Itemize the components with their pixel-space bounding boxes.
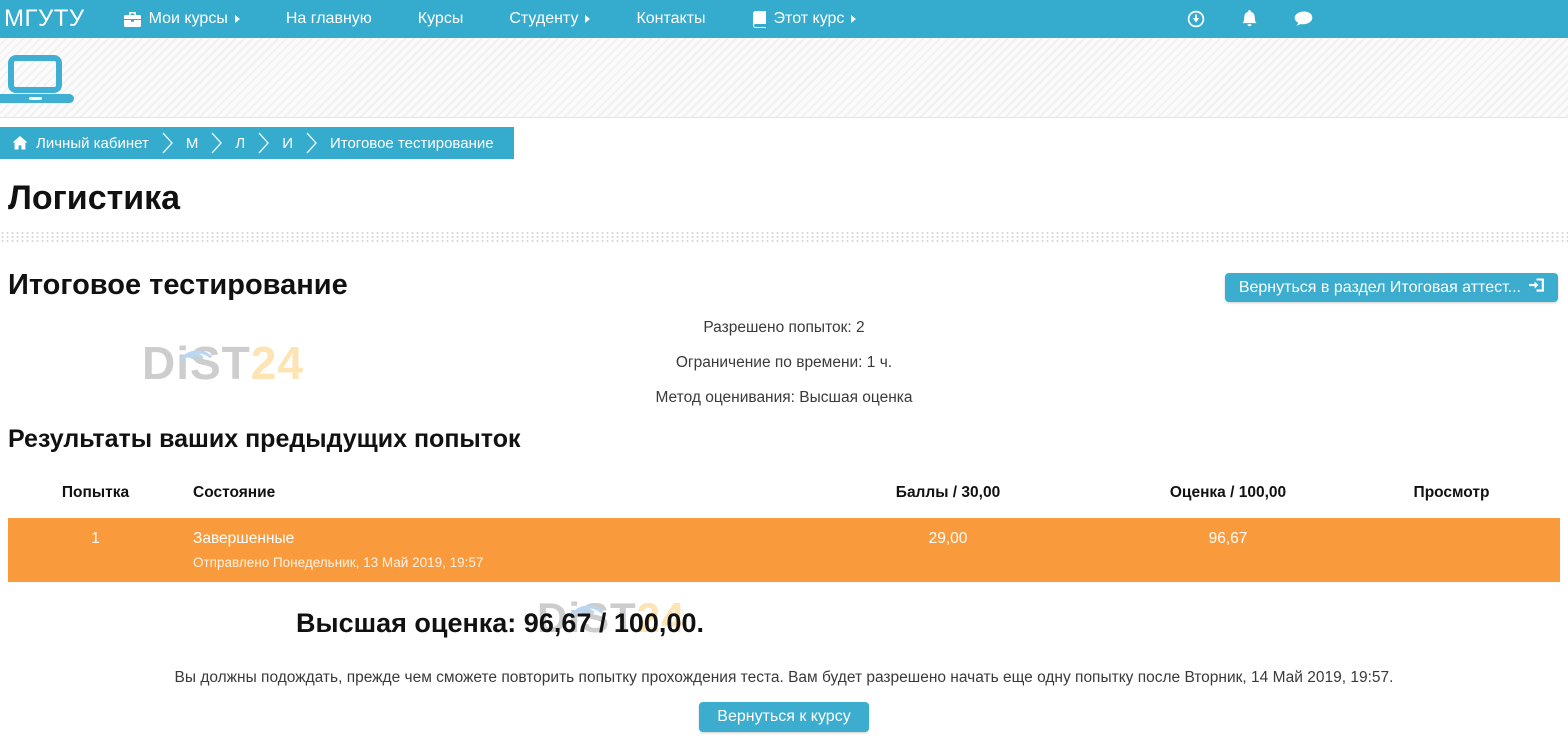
cell-grade: 96,67: [1113, 516, 1343, 582]
chevron-right-icon: [305, 131, 318, 155]
caret-icon: [851, 15, 856, 23]
cell-review: [1343, 516, 1560, 582]
final-grade-wrap: Высшая оценка: 96,67 / 100,00.: [0, 608, 1568, 639]
nav-menu: Мои курсы На главную Курсы Студенту Конт…: [101, 0, 880, 38]
nav-item-label: Контакты: [636, 10, 705, 28]
watermark-text: 24: [251, 337, 304, 389]
breadcrumb-item-i[interactable]: И: [282, 135, 293, 152]
col-header-review: Просмотр: [1343, 478, 1560, 516]
table-row: 1 Завершенные Отправлено Понедельник, 13…: [8, 516, 1560, 582]
nav-item-label: Этот курс: [774, 10, 845, 28]
attempts-table: Попытка Состояние Баллы / 30,00 Оценка /…: [8, 478, 1560, 582]
dotted-divider: [0, 231, 1568, 243]
nav-item-student[interactable]: Студенту: [486, 0, 613, 38]
back-to-section-label: Вернуться в раздел Итоговая аттест...: [1239, 279, 1521, 297]
bell-icon[interactable]: [1241, 10, 1258, 28]
chevron-right-icon: [161, 131, 174, 155]
home-icon[interactable]: [12, 136, 28, 150]
page-title: Логистика: [8, 179, 1568, 218]
quiz-header-row: Итоговое тестирование Вернуться в раздел…: [0, 267, 1568, 303]
back-to-section-button[interactable]: Вернуться в раздел Итоговая аттест...: [1225, 273, 1558, 302]
nav-item-label: На главную: [286, 10, 372, 28]
brand-logo[interactable]: МГУТУ: [0, 5, 85, 33]
breadcrumb-item-m[interactable]: М: [186, 135, 199, 152]
nav-item-this-course[interactable]: Этот курс: [729, 0, 880, 38]
nav-item-contacts[interactable]: Контакты: [613, 0, 728, 38]
briefcase-icon: [124, 12, 141, 27]
col-header-marks: Баллы / 30,00: [783, 478, 1113, 516]
chat-icon[interactable]: [1294, 11, 1314, 28]
back-to-course-button[interactable]: Вернуться к курсу: [699, 702, 868, 732]
wifi-arcs-icon: [176, 318, 218, 372]
chevron-right-icon: [210, 131, 223, 155]
state-label: Завершенные: [193, 530, 773, 548]
quiz-info-grading-method: Метод оценивания: Высшая оценка: [0, 389, 1568, 407]
chevron-right-icon: [257, 131, 270, 155]
laptop-screen: [8, 55, 62, 93]
laptop-icon[interactable]: [0, 55, 110, 105]
breadcrumb-item-dashboard[interactable]: Личный кабинет: [36, 135, 149, 152]
sign-in-icon: [1529, 278, 1544, 297]
col-header-state: Состояние: [183, 478, 783, 516]
navbar-right-icons: [1187, 10, 1314, 28]
caret-icon: [235, 15, 240, 23]
book-icon: [752, 11, 766, 28]
state-submitted-date: Отправлено Понедельник, 13 Май 2019, 19:…: [193, 555, 773, 570]
top-navbar: МГУТУ Мои курсы На главную Курсы Студент…: [0, 0, 1568, 38]
nav-item-label: Студенту: [509, 10, 578, 28]
final-grade: Высшая оценка: 96,67 / 100,00.: [0, 608, 1000, 639]
col-header-grade: Оценка / 100,00: [1113, 478, 1343, 516]
breadcrumb: Личный кабинет М Л И Итоговое тестирован…: [0, 127, 514, 159]
breadcrumb-item-l[interactable]: Л: [235, 135, 245, 152]
cell-state: Завершенные Отправлено Понедельник, 13 М…: [183, 516, 783, 582]
nav-item-label: Мои курсы: [149, 10, 228, 28]
quiz-info-attempts-allowed: Разрешено попыток: 2: [0, 319, 1568, 337]
nav-item-courses[interactable]: Курсы: [395, 0, 487, 38]
nav-item-label: Курсы: [418, 10, 464, 28]
cell-marks: 29,00: [783, 516, 1113, 582]
quiz-title: Итоговое тестирование: [8, 267, 348, 303]
results-heading: Результаты ваших предыдущих попыток: [8, 425, 1568, 454]
breadcrumb-item-quiz[interactable]: Итоговое тестирование: [330, 135, 494, 152]
nav-item-my-courses[interactable]: Мои курсы: [101, 0, 263, 38]
col-header-attempt: Попытка: [8, 478, 183, 516]
caret-icon: [585, 15, 590, 23]
nav-item-home[interactable]: На главную: [263, 0, 395, 38]
cell-attempt-number: 1: [8, 516, 183, 582]
dist24-watermark: DiST24: [142, 336, 304, 390]
site-header: [0, 38, 1568, 118]
back-to-course-label: Вернуться к курсу: [717, 708, 850, 725]
breadcrumb-wrap: Личный кабинет М Л И Итоговое тестирован…: [0, 127, 1568, 159]
laptop-base: [0, 94, 74, 103]
wait-message: Вы должны подождать, прежде чем сможете …: [0, 669, 1568, 687]
attempts-table-header-row: Попытка Состояние Баллы / 30,00 Оценка /…: [8, 478, 1560, 516]
download-circle-icon[interactable]: [1187, 10, 1205, 28]
